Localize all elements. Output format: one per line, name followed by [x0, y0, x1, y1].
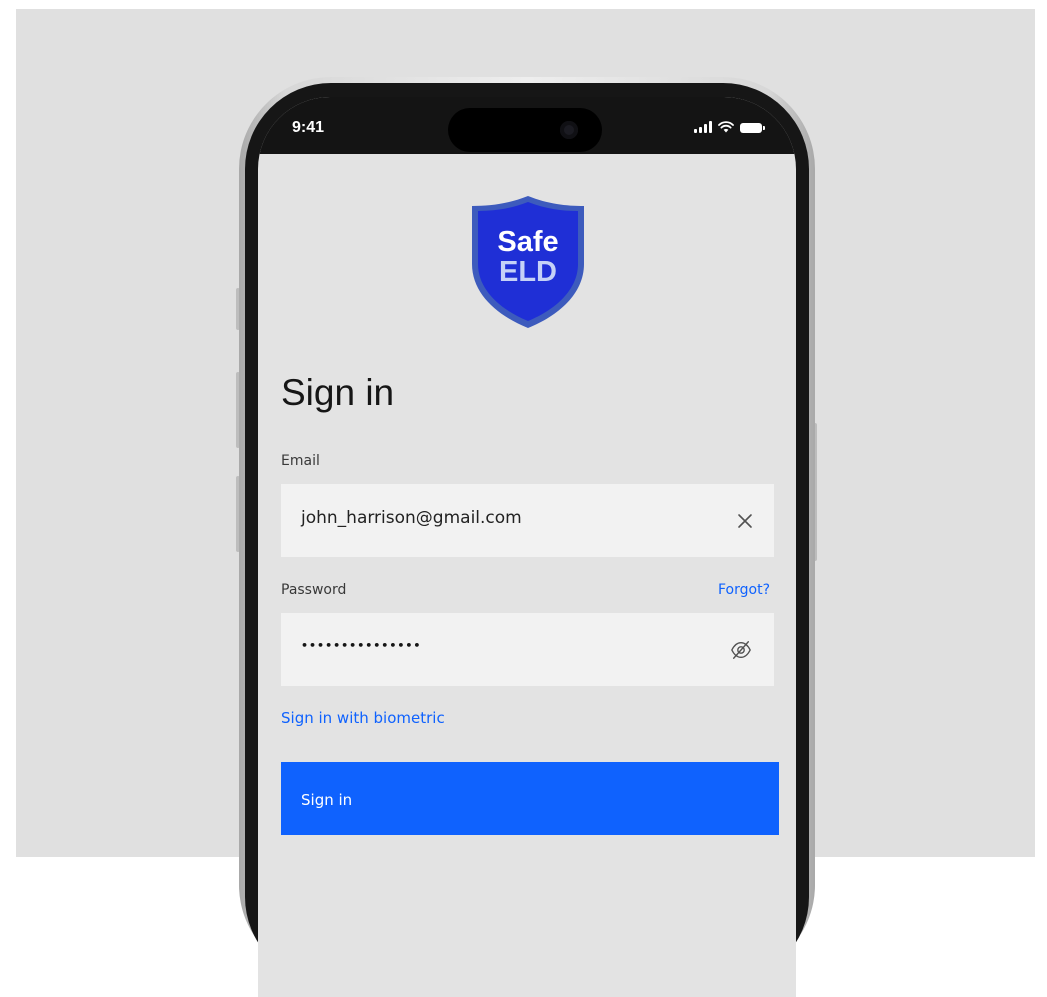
- biometric-signin-link[interactable]: Sign in with biometric: [281, 709, 445, 727]
- email-label: Email: [281, 453, 320, 469]
- email-value[interactable]: john_harrison@gmail.com: [301, 508, 522, 528]
- logo-text-eld: ELD: [499, 256, 557, 288]
- forgot-password-link[interactable]: Forgot?: [718, 582, 770, 598]
- status-icons: [694, 119, 765, 133]
- email-field[interactable]: john_harrison@gmail.com: [281, 484, 774, 557]
- close-icon[interactable]: [734, 510, 756, 532]
- phone-screen: 9:41 Safe ELD Sign in Email john_harriso…: [258, 97, 796, 997]
- wifi-icon: [718, 121, 734, 133]
- status-bar: 9:41: [258, 97, 796, 154]
- sign-in-button[interactable]: Sign in: [281, 762, 779, 835]
- safe-eld-logo: Safe ELD: [468, 194, 588, 330]
- battery-icon: [740, 123, 765, 133]
- logo-text-safe: Safe: [497, 226, 559, 258]
- signal-icon: [694, 121, 712, 133]
- eye-off-icon[interactable]: [730, 639, 752, 661]
- page-title: Sign in: [281, 372, 395, 413]
- dynamic-island: [448, 108, 602, 152]
- password-field[interactable]: •••••••••••••••: [281, 613, 774, 686]
- status-time: 9:41: [292, 119, 325, 136]
- password-value[interactable]: •••••••••••••••: [301, 639, 421, 652]
- camera-icon: [560, 121, 578, 139]
- sign-in-button-label: Sign in: [301, 791, 353, 809]
- password-label: Password: [281, 582, 347, 598]
